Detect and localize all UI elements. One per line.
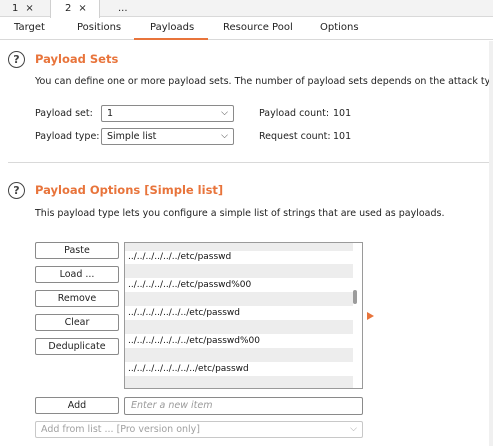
tab-options[interactable]: Options	[320, 22, 359, 33]
clear-button[interactable]: Clear	[35, 314, 119, 331]
instance-tab-label: 2	[65, 3, 72, 14]
payload-sets-description: You can define one or more payload sets.…	[35, 76, 493, 87]
payload-set-label: Payload set:	[35, 108, 93, 119]
list-item[interactable]: ../../../../../../etc/passwd	[125, 250, 353, 264]
list-item[interactable]: ../../../../../../../etc/passwd%00	[125, 334, 353, 348]
list-item[interactable]	[125, 320, 353, 334]
list-item[interactable]	[125, 348, 353, 362]
chevron-down-icon: ⌵	[350, 424, 357, 434]
instance-tab-label: 1	[12, 3, 19, 14]
instance-tab-bar: 1 × 2 × ...	[0, 0, 493, 18]
payload-options-title: Payload Options [Simple list]	[35, 183, 224, 197]
payload-sets-title: Payload Sets	[35, 52, 119, 66]
payload-count-value: 101	[333, 108, 352, 119]
expand-arrow-icon[interactable]	[367, 312, 374, 320]
tab-resource-pool[interactable]: Resource Pool	[223, 22, 293, 33]
list-item[interactable]: ../../../../../../../../etc/passwd	[125, 362, 353, 376]
add-from-list-label: Add from list ... [Pro version only]	[41, 424, 201, 435]
payload-list[interactable]: ../../../../../../etc/passwd ../../../..…	[124, 242, 363, 389]
list-item[interactable]	[125, 264, 353, 278]
tab-positions[interactable]: Positions	[77, 22, 121, 33]
tab-payloads[interactable]: Payloads	[150, 22, 194, 33]
chevron-down-icon: ⌵	[221, 108, 228, 118]
instance-tab-1[interactable]: 1 ×	[0, 0, 48, 17]
deduplicate-button[interactable]: Deduplicate	[35, 338, 119, 355]
help-icon[interactable]: ?	[8, 51, 25, 68]
add-from-list-select: Add from list ... [Pro version only] ⌵	[35, 421, 363, 438]
help-icon[interactable]: ?	[8, 182, 25, 199]
instance-tab-2[interactable]: 2 ×	[50, 0, 100, 18]
load-button[interactable]: Load ...	[35, 266, 119, 283]
payload-set-value: 1	[107, 108, 114, 119]
payload-options-description: This payload type lets you configure a s…	[35, 208, 445, 219]
request-count-value: 101	[333, 131, 352, 142]
new-item-input[interactable]: Enter a new item	[124, 397, 363, 415]
list-scrollbar[interactable]	[353, 290, 357, 304]
instance-tab-label: ...	[118, 3, 128, 14]
payload-type-select[interactable]: Simple list ⌵	[101, 128, 234, 145]
close-icon[interactable]: ×	[25, 3, 33, 14]
payload-set-select[interactable]: 1 ⌵	[101, 105, 234, 122]
active-tab-indicator	[134, 38, 208, 40]
list-item[interactable]	[125, 376, 353, 388]
list-item[interactable]: ../../../../../../../etc/passwd	[125, 306, 353, 320]
paste-button[interactable]: Paste	[35, 242, 119, 259]
add-button[interactable]: Add	[35, 397, 119, 414]
list-item[interactable]: ../../../../../../etc/passwd%00	[125, 278, 353, 292]
tab-target[interactable]: Target	[14, 22, 45, 33]
sub-tab-bar: Target Positions Payloads Resource Pool …	[0, 18, 493, 40]
payload-type-value: Simple list	[107, 131, 157, 142]
close-icon[interactable]: ×	[78, 3, 86, 14]
remove-button[interactable]: Remove	[35, 290, 119, 307]
list-item[interactable]	[125, 292, 353, 306]
chevron-down-icon: ⌵	[221, 131, 228, 141]
request-count-label: Request count:	[259, 131, 331, 142]
instance-tab-more[interactable]: ...	[112, 0, 142, 17]
section-divider	[8, 162, 493, 163]
payload-type-label: Payload type:	[35, 131, 100, 142]
payload-count-label: Payload count:	[259, 108, 330, 119]
right-scroll-edge	[489, 41, 493, 446]
